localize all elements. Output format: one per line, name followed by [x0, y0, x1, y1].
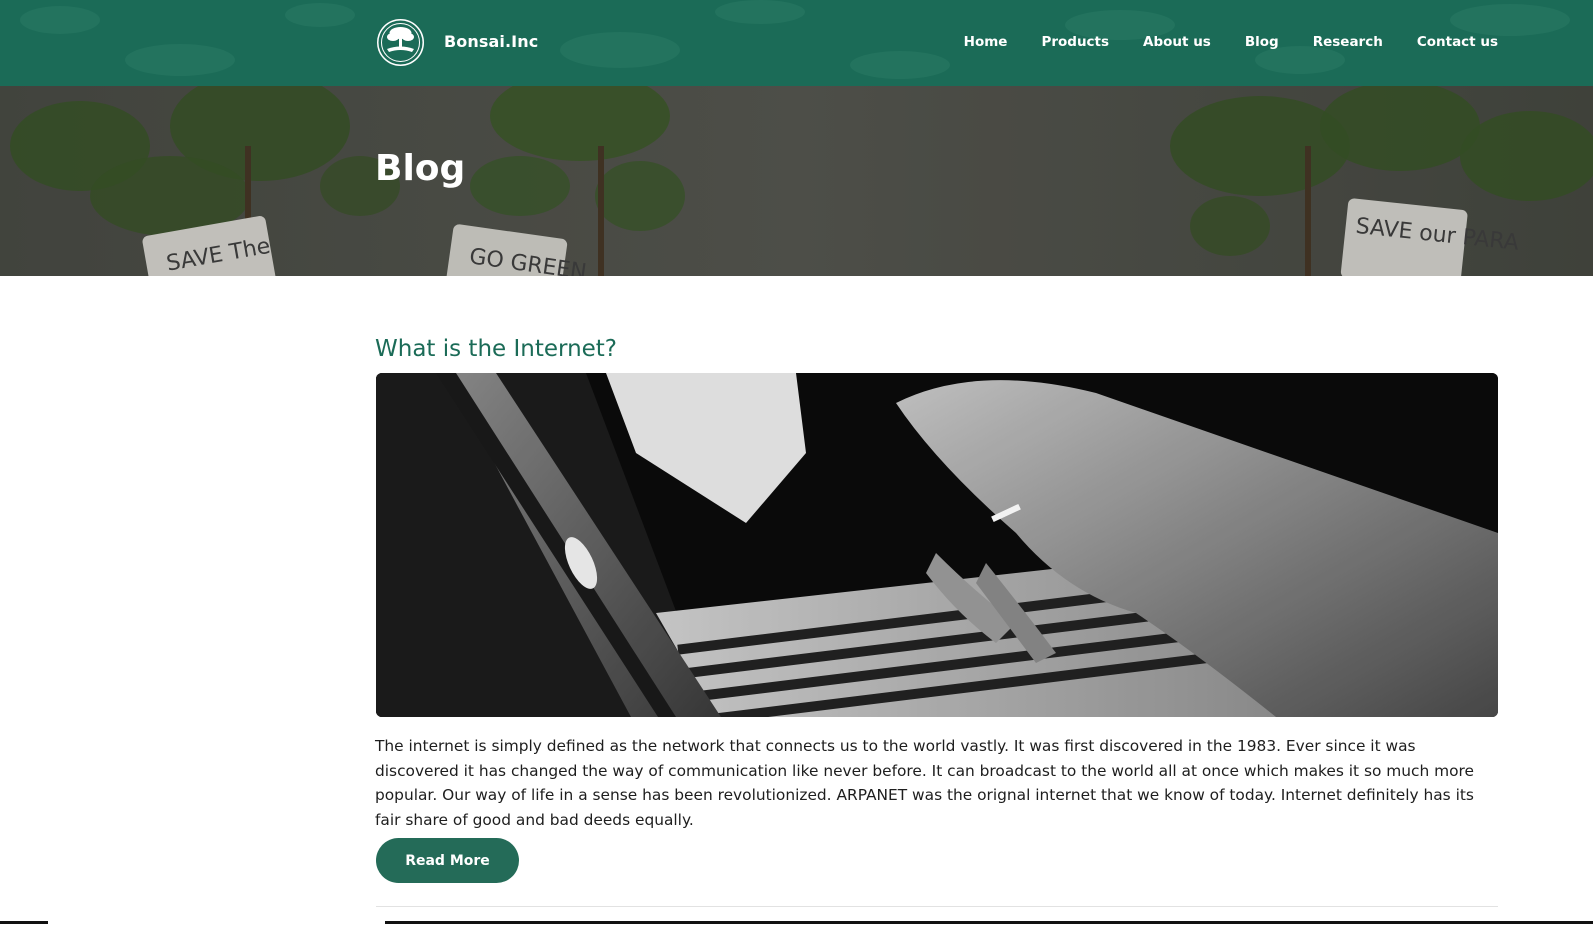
brand-name[interactable]: Bonsai.Inc — [444, 32, 538, 51]
hero-plants-image: SAVE The GO GREEN SAVE our PARA — [0, 86, 1593, 276]
post-image[interactable] — [376, 373, 1498, 717]
next-post-edge-right — [385, 921, 1593, 924]
nav-contact-us[interactable]: Contact us — [1417, 34, 1498, 50]
read-more-button[interactable]: Read More — [376, 838, 519, 883]
site-header: Bonsai.Inc Home Products About us Blog R… — [0, 0, 1593, 86]
page-title: Blog — [375, 148, 466, 189]
nav-home[interactable]: Home — [964, 34, 1008, 50]
post-title[interactable]: What is the Internet? — [375, 336, 617, 362]
post-divider — [376, 906, 1498, 907]
nav-products[interactable]: Products — [1041, 34, 1109, 50]
nav-blog[interactable]: Blog — [1245, 34, 1279, 50]
nav-research[interactable]: Research — [1313, 34, 1383, 50]
laptop-typing-photo-icon — [376, 373, 1498, 717]
brand-logo[interactable] — [375, 17, 426, 68]
main-nav: Home Products About us Blog Research Con… — [930, 34, 1498, 50]
post-excerpt: The internet is simply defined as the ne… — [375, 737, 1475, 829]
hero-banner: SAVE The GO GREEN SAVE our PARA Blog — [0, 86, 1593, 276]
nav-about-us[interactable]: About us — [1143, 34, 1211, 50]
bonsai-tree-icon — [378, 20, 423, 65]
next-post-edge-left — [0, 921, 48, 924]
